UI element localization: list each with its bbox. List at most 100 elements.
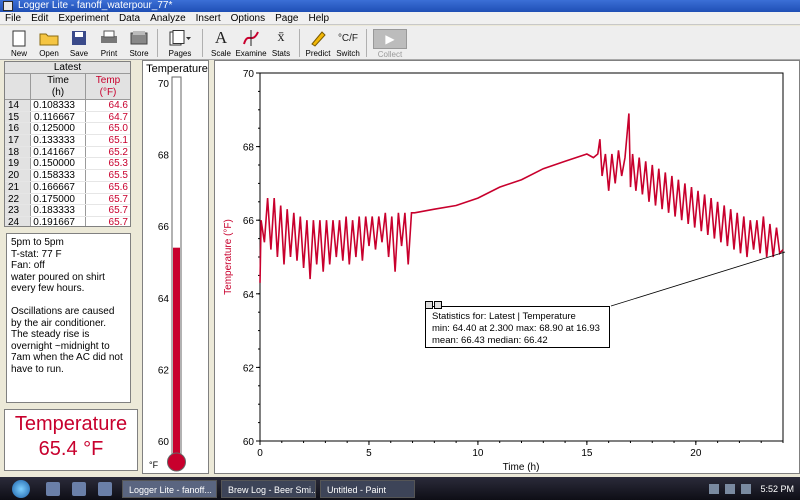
show-desktop-icon[interactable] (46, 481, 60, 496)
table-row[interactable]: 24 0.191667 65.7 (5, 216, 130, 226)
temp-cell[interactable]: 65.2 (86, 147, 130, 158)
menu-file[interactable]: File (0, 12, 26, 24)
stats-mean-median: mean: 66.43 median: 66.42 (432, 335, 548, 346)
table-row[interactable]: 16 0.125000 65.0 (5, 123, 130, 136)
time-cell[interactable]: 0.158333 (31, 170, 86, 181)
row-number: 21 (5, 181, 31, 193)
examine-button[interactable]: Examine (235, 26, 267, 59)
temp-cell[interactable]: 65.0 (86, 123, 130, 134)
predict-button[interactable]: Predict (303, 26, 333, 59)
new-button[interactable]: New (4, 26, 34, 59)
start-button[interactable] (12, 479, 30, 498)
thermometer-title: Temperature (146, 63, 208, 75)
row-number: 18 (5, 146, 31, 158)
thermometer-meter[interactable]: Temperature 70 68 66 64 62 60 °F (142, 60, 209, 474)
table-row[interactable]: 22 0.175000 65.7 (5, 193, 130, 206)
digital-meter[interactable]: Temperature 65.4 °F (4, 409, 138, 471)
temp-cell[interactable]: 65.7 (86, 217, 130, 226)
notes-textbox[interactable]: 5pm to 5pm T-stat: 77 F Fan: off water p… (6, 233, 131, 403)
print-label: Print (100, 49, 118, 58)
time-column-unit: (h) (51, 87, 65, 98)
table-row[interactable]: 17 0.133333 65.1 (5, 135, 130, 147)
menu-help[interactable]: Help (303, 12, 334, 24)
scale-button[interactable]: A Scale (206, 26, 236, 59)
table-row[interactable]: 20 0.158333 65.5 (5, 170, 130, 182)
temp-column-header[interactable]: Temp (°F) (86, 74, 130, 99)
clock[interactable]: 5:52 PM (760, 484, 794, 494)
stats-button[interactable]: x̄ Stats (266, 26, 296, 59)
table-row[interactable]: 14 0.108333 64.6 (5, 100, 130, 112)
stats-close-icon[interactable] (434, 301, 442, 309)
menu-options[interactable]: Options (226, 12, 270, 24)
temp-cell[interactable]: 65.7 (86, 194, 130, 205)
time-column-header[interactable]: Time (h) (31, 74, 86, 99)
x-axis-label: Time (h) (503, 462, 540, 473)
security-icon[interactable] (741, 483, 752, 494)
table-row[interactable]: 21 0.166667 65.6 (5, 181, 130, 194)
units-switch-icon: °C/F (337, 32, 359, 44)
time-cell[interactable]: 0.175000 (31, 193, 86, 205)
time-cell[interactable]: 0.116667 (31, 111, 86, 123)
time-cell[interactable]: 0.191667 (31, 216, 86, 226)
temperature-graph[interactable]: 60 62 64 66 68 70 0 5 10 15 20 Time (h) Temperatu… (215, 61, 800, 475)
y-tick-label: 60 (243, 437, 255, 448)
network-icon[interactable] (709, 483, 720, 494)
stats-title: Statistics for: Latest | Temperature (432, 311, 576, 322)
print-button[interactable]: Print (94, 26, 124, 59)
plot-area-frame (259, 72, 784, 442)
data-table[interactable]: Latest Time (h) Temp (°F) 14 0.108333 64.6 1… (4, 61, 131, 227)
time-cell[interactable]: 0.141667 (31, 146, 86, 158)
thermometer-tick-label: 68 (158, 151, 170, 162)
table-row[interactable]: 15 0.116667 64.7 (5, 111, 130, 124)
menu-experiment[interactable]: Experiment (53, 12, 114, 24)
thermometer-svg: Temperature 70 68 66 64 62 60 °F (146, 63, 208, 472)
temp-cell[interactable]: 65.5 (86, 170, 130, 181)
menu-edit[interactable]: Edit (26, 12, 53, 24)
time-cell[interactable]: 0.108333 (31, 100, 86, 111)
temp-cell[interactable]: 65.6 (86, 182, 130, 193)
save-button[interactable]: Save (64, 26, 94, 59)
temp-cell[interactable]: 65.7 (86, 205, 130, 216)
time-cell[interactable]: 0.150000 (31, 158, 86, 169)
taskbar-item-paint[interactable]: Untitled - Paint (320, 479, 415, 498)
open-button[interactable]: Open (34, 26, 64, 59)
temp-cell[interactable]: 64.7 (86, 112, 130, 123)
predict-label: Predict (305, 49, 331, 58)
temp-cell[interactable]: 65.3 (86, 158, 130, 169)
pages-label: Pages (168, 49, 192, 58)
y-tick-label: 66 (243, 216, 255, 227)
time-cell[interactable]: 0.183333 (31, 205, 86, 216)
graph-pane[interactable]: 60 62 64 66 68 70 0 5 10 15 20 Time (h) Temperatu… (214, 60, 800, 474)
menu-page[interactable]: Page (270, 12, 303, 24)
temp-cell[interactable]: 65.1 (86, 135, 130, 146)
stats-leader-line (610, 251, 786, 307)
table-row[interactable]: 19 0.150000 65.3 (5, 158, 130, 171)
pages-icon (169, 28, 191, 48)
switch-windows-icon[interactable] (72, 481, 86, 496)
table-row[interactable]: 23 0.183333 65.7 (5, 205, 130, 217)
time-cell[interactable]: 0.125000 (31, 123, 86, 134)
menu-analyze[interactable]: Analyze (145, 12, 191, 24)
menu-data[interactable]: Data (114, 12, 145, 24)
store-button[interactable]: Store (124, 26, 154, 59)
collect-button[interactable]: ▶ Collect (370, 26, 410, 59)
title-bar: Logger Lite - fanoff_waterpour_77* (0, 0, 800, 12)
stats-options-icon[interactable] (425, 301, 433, 309)
temperature-series-line[interactable] (259, 113, 784, 283)
pages-button[interactable]: Pages (161, 26, 199, 59)
taskbar-item-logger-lite[interactable]: Logger Lite - fanoff... (122, 479, 217, 498)
temp-cell[interactable]: 64.6 (86, 100, 130, 111)
menu-insert[interactable]: Insert (191, 12, 226, 24)
autoscale-icon: A (214, 28, 228, 47)
browser-icon[interactable] (98, 481, 112, 496)
x-tick-label: 15 (581, 448, 593, 459)
table-row[interactable]: 18 0.141667 65.2 (5, 146, 130, 159)
time-cell[interactable]: 0.166667 (31, 181, 86, 193)
statistics-box[interactable]: Statistics for: Latest | Temperature min… (425, 301, 610, 348)
collect-label: Collect (377, 50, 403, 59)
switch-button[interactable]: °C/F Switch (333, 26, 363, 59)
volume-icon[interactable] (725, 483, 736, 494)
row-number: 20 (5, 170, 31, 181)
taskbar-item-brew-log[interactable]: Brew Log - Beer Smi... (221, 479, 316, 498)
time-cell[interactable]: 0.133333 (31, 135, 86, 146)
